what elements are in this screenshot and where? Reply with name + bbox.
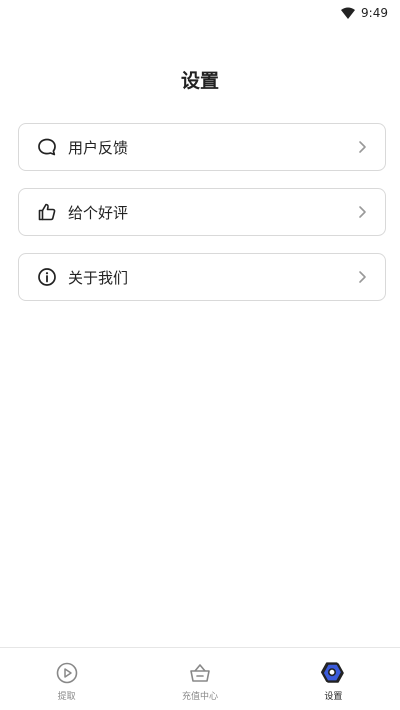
wifi-icon [341, 7, 356, 19]
status-time: 9:49 [361, 6, 388, 20]
chevron-right-icon [355, 205, 369, 219]
settings-menu: 用户反馈 给个好评 关于我们 [18, 123, 386, 301]
tab-label: 设置 [324, 692, 343, 702]
menu-item-label: 关于我们 [68, 268, 129, 287]
chevron-right-icon [355, 270, 369, 284]
tab-recharge[interactable]: 充值中心 [133, 648, 266, 710]
basket-icon [188, 661, 212, 685]
menu-item-feedback[interactable]: 用户反馈 [18, 123, 386, 171]
tab-label: 提取 [57, 692, 76, 702]
thumbs-up-icon [36, 201, 58, 223]
bottom-tab-bar: 提取 充值中心 设置 [0, 647, 400, 710]
chat-bubble-icon [36, 136, 58, 158]
tab-settings[interactable]: 设置 [267, 648, 400, 710]
menu-item-label: 给个好评 [68, 203, 129, 222]
menu-item-label: 用户反馈 [68, 138, 129, 157]
menu-item-about[interactable]: 关于我们 [18, 253, 386, 301]
status-bar: 9:49 [0, 0, 400, 26]
play-circle-icon [55, 661, 79, 685]
settings-nut-icon [321, 661, 345, 685]
page-title: 设置 [180, 70, 219, 92]
tab-label: 充值中心 [181, 692, 218, 702]
tab-extract[interactable]: 提取 [0, 648, 133, 710]
info-icon [36, 266, 58, 288]
menu-item-rate[interactable]: 给个好评 [18, 188, 386, 236]
chevron-right-icon [355, 140, 369, 154]
